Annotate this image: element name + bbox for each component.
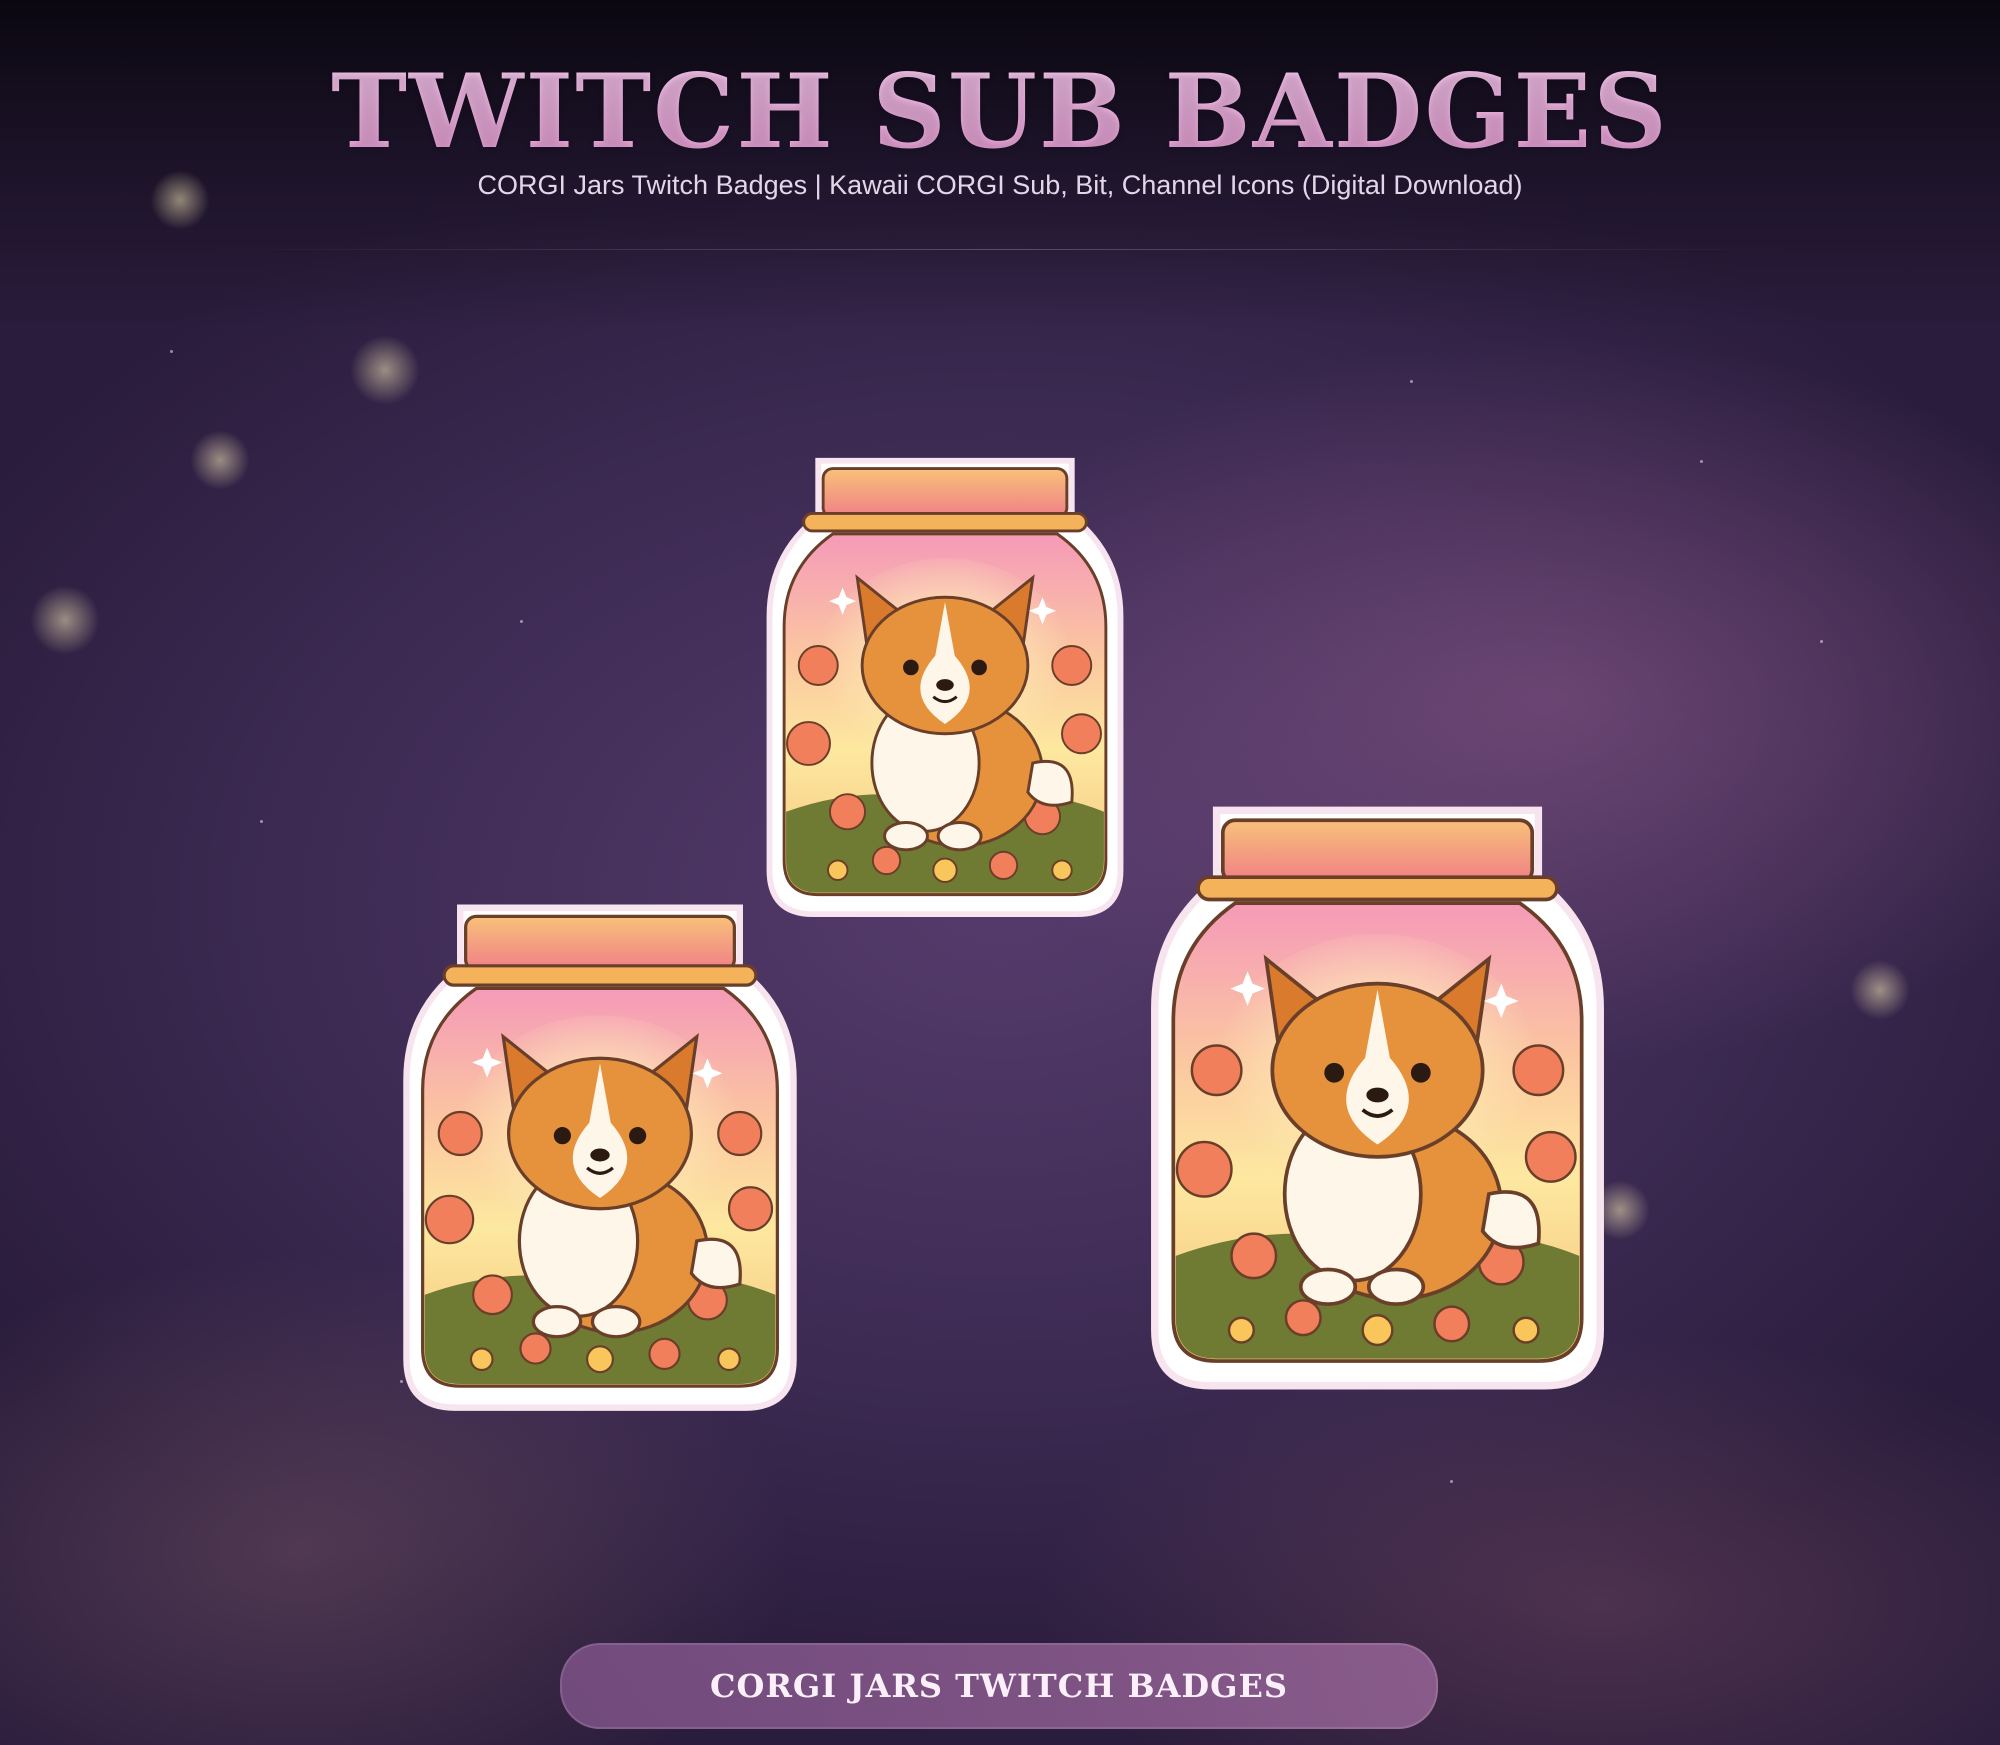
glow-star bbox=[350, 335, 420, 405]
glow-star bbox=[30, 585, 100, 655]
caption-banner: CORGI JARS TWITCH BADGES bbox=[560, 1643, 1438, 1729]
header-divider bbox=[210, 249, 1790, 250]
page-title: TWITCH SUB BADGES bbox=[0, 52, 2000, 172]
corgi-jar-icon bbox=[403, 904, 797, 1411]
star bbox=[170, 350, 173, 353]
page-subtitle: CORGI Jars Twitch Badges | Kawaii CORGI … bbox=[477, 170, 1523, 200]
star bbox=[1700, 460, 1703, 463]
corgi-jar-badge bbox=[750, 440, 1140, 930]
star bbox=[1410, 380, 1413, 383]
glow-star bbox=[190, 430, 250, 490]
glow-star bbox=[1850, 960, 1910, 1020]
star bbox=[520, 620, 523, 623]
star bbox=[260, 820, 263, 823]
star bbox=[1450, 1480, 1453, 1483]
caption-text: CORGI JARS TWITCH BADGES bbox=[709, 1667, 1288, 1705]
star bbox=[1820, 640, 1823, 643]
corgi-jar-icon bbox=[766, 457, 1124, 918]
corgi-jar-badge bbox=[1130, 780, 1625, 1410]
corgi-jar-badge bbox=[385, 880, 815, 1430]
corgi-jar-icon bbox=[1151, 806, 1604, 1390]
